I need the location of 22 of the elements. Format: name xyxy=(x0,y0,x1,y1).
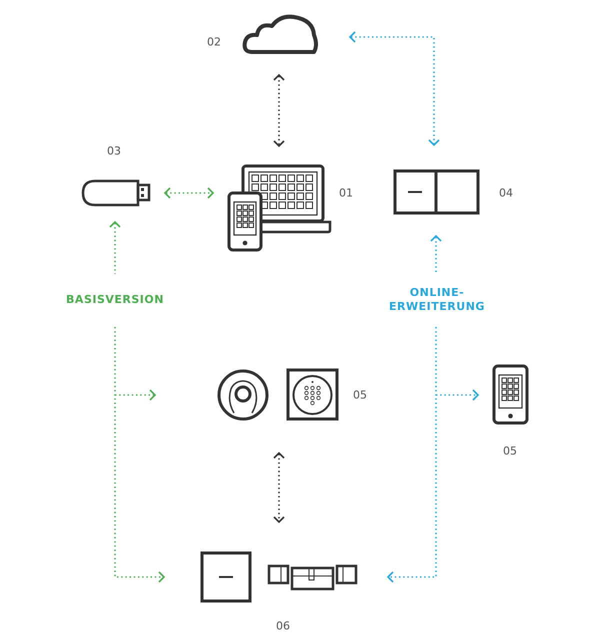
smartphone-icon xyxy=(492,364,528,424)
connector-arrow xyxy=(430,234,442,274)
keypad-icon xyxy=(286,368,338,420)
node-number: 05 xyxy=(503,444,517,458)
smartphone-icon xyxy=(228,192,262,252)
connector-arrow xyxy=(109,220,121,274)
group-label: BASISVERSION xyxy=(65,293,165,307)
node-number: 04 xyxy=(499,186,513,200)
group-label: ONLINE-ERWEITERUNG xyxy=(388,286,486,314)
node-number: 06 xyxy=(276,620,290,632)
wall-switch-icon xyxy=(200,552,252,602)
node-number: 05 xyxy=(353,388,367,402)
cloud-icon xyxy=(242,14,318,54)
node-number: 03 xyxy=(107,144,121,158)
node-number: 02 xyxy=(207,36,221,48)
wall-switch-icon xyxy=(394,170,480,214)
card-reader-icon xyxy=(218,370,268,420)
node-number: 01 xyxy=(339,186,353,200)
lock-cylinder-icon xyxy=(268,564,358,590)
connector-arrow xyxy=(164,187,214,199)
connector-arrow xyxy=(273,452,285,524)
usb-stick-icon xyxy=(82,180,150,206)
